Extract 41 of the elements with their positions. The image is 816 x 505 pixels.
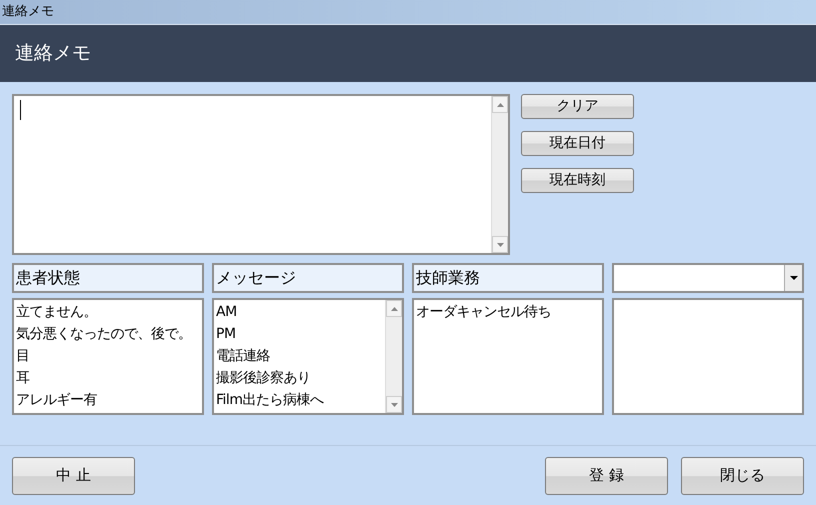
list-item[interactable]: AM (216, 301, 385, 323)
category-label: 技師業務 (412, 263, 604, 293)
category-label: メッセージ (212, 263, 404, 293)
list-box[interactable]: AM PM 電話連絡 撮影後診察あり Film出たら病棟へ (212, 298, 404, 415)
list-box[interactable] (612, 298, 804, 415)
scroll-up-button[interactable] (386, 300, 402, 317)
category-label: 患者状態 (12, 263, 204, 293)
dropdown-field[interactable] (612, 263, 804, 293)
scroll-up-button[interactable] (492, 96, 508, 113)
list-item[interactable]: オーダキャンセル待ち (416, 301, 602, 323)
text-cursor (20, 100, 21, 120)
scrollbar[interactable] (491, 96, 508, 253)
action-button[interactable]: 現在時刻 (521, 168, 634, 193)
scrollbar[interactable] (385, 300, 402, 413)
list-item[interactable]: PM (216, 323, 385, 345)
dropdown-button[interactable] (784, 265, 802, 291)
down-arrow-icon (390, 402, 398, 406)
list-box[interactable]: 立てません。 気分悪くなったので、後で。 目 耳 アレルギー有 (12, 298, 204, 415)
scroll-down-button[interactable] (492, 236, 508, 253)
list-item[interactable]: 立てません。 (16, 301, 202, 323)
list-item[interactable]: 気分悪くなったので、後で。 (16, 323, 202, 345)
action-button[interactable]: 現在日付 (521, 131, 634, 156)
down-arrow-icon (496, 242, 504, 246)
action-button[interactable]: 閉じる (681, 456, 804, 494)
up-arrow-icon (390, 306, 398, 310)
list-item[interactable]: 撮影後診察あり (216, 367, 385, 389)
header-title: 連絡メモ (15, 41, 91, 66)
action-button[interactable]: 登 録 (545, 456, 668, 494)
up-arrow-icon (496, 102, 504, 106)
list-box[interactable]: オーダキャンセル待ち (412, 298, 604, 415)
window-title: 連絡メモ (2, 3, 54, 22)
list-item[interactable]: 目 (16, 345, 202, 367)
list-item[interactable]: 耳 (16, 367, 202, 389)
caret-icon (790, 276, 798, 280)
list-item[interactable]: Film出たら病棟へ (216, 389, 385, 411)
action-button[interactable]: 中 止 (12, 456, 135, 494)
list-item[interactable]: アレルギー有 (16, 389, 202, 411)
action-button[interactable]: クリア (521, 94, 634, 119)
scroll-down-button[interactable] (386, 396, 402, 413)
memo-text-area[interactable] (12, 94, 510, 255)
list-item[interactable]: 電話連絡 (216, 345, 385, 367)
